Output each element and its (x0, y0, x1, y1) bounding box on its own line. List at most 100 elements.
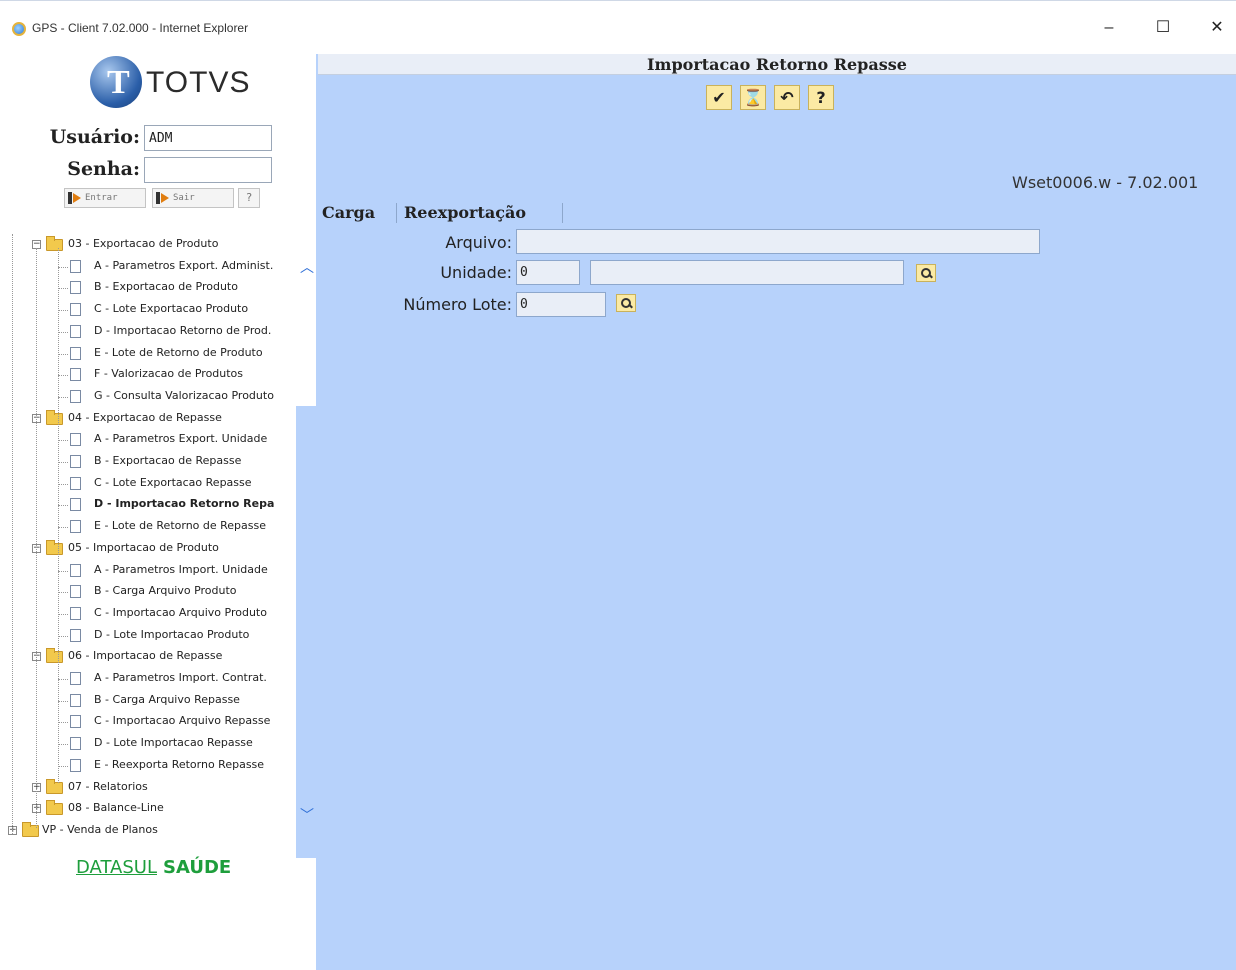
tree-program-item[interactable]: E - Lote de Retorno de Repasse (94, 516, 294, 536)
document-icon (70, 585, 81, 599)
tree-program-item[interactable]: B - Carga Arquivo Repasse (94, 690, 294, 710)
tree-connector (58, 765, 68, 767)
tree-folder-item[interactable]: 06 - Importacao de Repasse (68, 646, 294, 666)
tree-folder-item[interactable]: VP - Venda de Planos (42, 820, 292, 840)
login-help-button[interactable]: ? (238, 188, 260, 208)
tree-program-item[interactable]: D - Importacao Retorno de Prod. (94, 321, 294, 341)
tab-carga[interactable]: Carga (318, 201, 379, 225)
logo-text: TOTVS (146, 66, 251, 99)
tree-program-item[interactable]: C - Importacao Arquivo Produto (94, 603, 294, 623)
tree-program-item[interactable]: B - Exportacao de Produto (94, 277, 294, 297)
tree-program-item[interactable]: C - Importacao Arquivo Repasse (94, 711, 294, 731)
tree-program-item[interactable]: D - Lote Importacao Repasse (94, 733, 294, 753)
document-icon (70, 693, 81, 707)
tree-folder-item[interactable]: 08 - Balance-Line (68, 798, 294, 818)
tree-program-item[interactable]: B - Exportacao de Repasse (94, 451, 294, 471)
help-button[interactable]: ? (808, 85, 834, 110)
document-icon (70, 346, 81, 360)
tree-program-item[interactable]: A - Parametros Export. Administ. (94, 256, 294, 276)
program-version: Wset0006.w - 7.02.001 (1012, 173, 1199, 192)
totvs-globe-icon: T (90, 56, 142, 108)
document-icon (70, 455, 81, 468)
numero-lote-label: Número Lote: (403, 295, 512, 314)
tree-program-item[interactable]: G - Consulta Valorizacao Produto (94, 386, 294, 406)
document-icon (70, 606, 81, 620)
close-button[interactable]: ✕ (1202, 15, 1232, 41)
hourglass-button[interactable]: ⌛ (740, 85, 766, 110)
folder-icon (46, 648, 63, 664)
numero-lote-search-icon[interactable] (616, 294, 636, 312)
folder-icon (46, 800, 63, 816)
unidade-input[interactable] (516, 260, 580, 285)
window-title: GPS - Client 7.02.000 - Internet Explore… (32, 21, 249, 35)
enter-button[interactable]: Entrar (64, 188, 146, 208)
tree-program-item[interactable]: C - Lote Exportacao Repasse (94, 473, 294, 493)
document-icon (70, 303, 81, 317)
tree-scrollbar[interactable]: ︿ ﹀ (296, 258, 316, 858)
main-panel: Importacao Retorno Repasse ✔ ⌛ ↶ ? Wset0… (316, 54, 1236, 970)
document-icon (70, 476, 81, 490)
folder-icon (46, 236, 63, 251)
tree-program-item[interactable]: D - Importacao Retorno Repa (94, 494, 294, 514)
document-icon (70, 281, 81, 295)
tree-program-item[interactable]: B - Carga Arquivo Produto (94, 581, 294, 601)
document-icon (70, 259, 81, 273)
undo-button[interactable]: ↶ (774, 85, 800, 110)
user-input[interactable] (144, 125, 272, 151)
exit-button[interactable]: Sair (152, 188, 234, 208)
tree-connector (58, 570, 68, 572)
folder-icon (46, 778, 63, 794)
document-icon (70, 368, 81, 382)
tree-program-item[interactable]: E - Reexporta Retorno Repasse (94, 755, 294, 775)
tree-connector (58, 483, 68, 485)
unidade-label: Unidade: (440, 263, 512, 282)
tree-connector (58, 248, 59, 783)
document-icon (70, 737, 81, 751)
tree-program-item[interactable]: A - Parametros Export. Unidade (94, 429, 294, 449)
tree-connector (58, 353, 68, 355)
enter-label: Entrar (85, 193, 118, 203)
confirm-button[interactable]: ✔ (706, 85, 732, 110)
tree-folder-item[interactable]: 07 - Relatorios (68, 777, 294, 797)
scroll-down-icon[interactable]: ﹀ (300, 809, 314, 823)
tree-connector (58, 505, 68, 507)
tree-connector (58, 462, 68, 463)
tree-connector (58, 722, 68, 724)
tree-program-item[interactable]: A - Parametros Import. Unidade (94, 560, 294, 580)
tree-program-item[interactable]: A - Parametros Import. Contrat. (94, 668, 294, 688)
scroll-up-icon[interactable]: ︿ (300, 261, 314, 275)
document-icon (70, 715, 81, 729)
tree-program-item[interactable]: E - Lote de Retorno de Produto (94, 343, 294, 363)
arquivo-input[interactable] (516, 229, 1040, 254)
tree-connector (58, 592, 68, 594)
tab-reexportacao[interactable]: Reexportação (400, 201, 531, 225)
tree-connector (58, 635, 68, 637)
numero-lote-input[interactable] (516, 292, 606, 317)
totvs-logo: T TOTVS (90, 56, 250, 116)
tree-folder-item[interactable]: 05 - Importacao de Produto (68, 538, 294, 558)
tab-separator (562, 203, 564, 223)
document-icon (70, 389, 81, 403)
tree-connector (58, 744, 68, 746)
unidade-search-icon[interactable] (916, 264, 936, 282)
tab-separator (396, 203, 398, 223)
password-input[interactable] (144, 157, 272, 183)
tree-connector (58, 613, 68, 615)
maximize-button[interactable]: ☐ (1148, 15, 1178, 41)
arquivo-label: Arquivo: (445, 233, 512, 252)
folder-icon (46, 539, 63, 555)
tree-folder-item[interactable]: 04 - Exportacao de Repasse (68, 408, 294, 428)
datasul-saude-logo: DATASUL SAÚDE (76, 857, 232, 878)
tree-connector (58, 310, 68, 312)
document-icon (70, 563, 81, 577)
tree-program-item[interactable]: D - Lote Importacao Produto (94, 625, 294, 645)
minimize-button[interactable]: – (1094, 15, 1124, 41)
tree-program-item[interactable]: C - Lote Exportacao Produto (94, 299, 294, 319)
tree-folder-item[interactable]: 03 - Exportacao de Produto (68, 234, 294, 254)
menu-tree: −03 - Exportacao de Produto A - Parametro… (0, 234, 316, 854)
tree-program-item[interactable]: F - Valorizacao de Produtos (94, 364, 294, 384)
window-titlebar: GPS - Client 7.02.000 - Internet Explore… (0, 0, 1236, 54)
document-icon (70, 324, 81, 338)
enter-icon (68, 192, 82, 204)
tree-connector (58, 396, 68, 398)
